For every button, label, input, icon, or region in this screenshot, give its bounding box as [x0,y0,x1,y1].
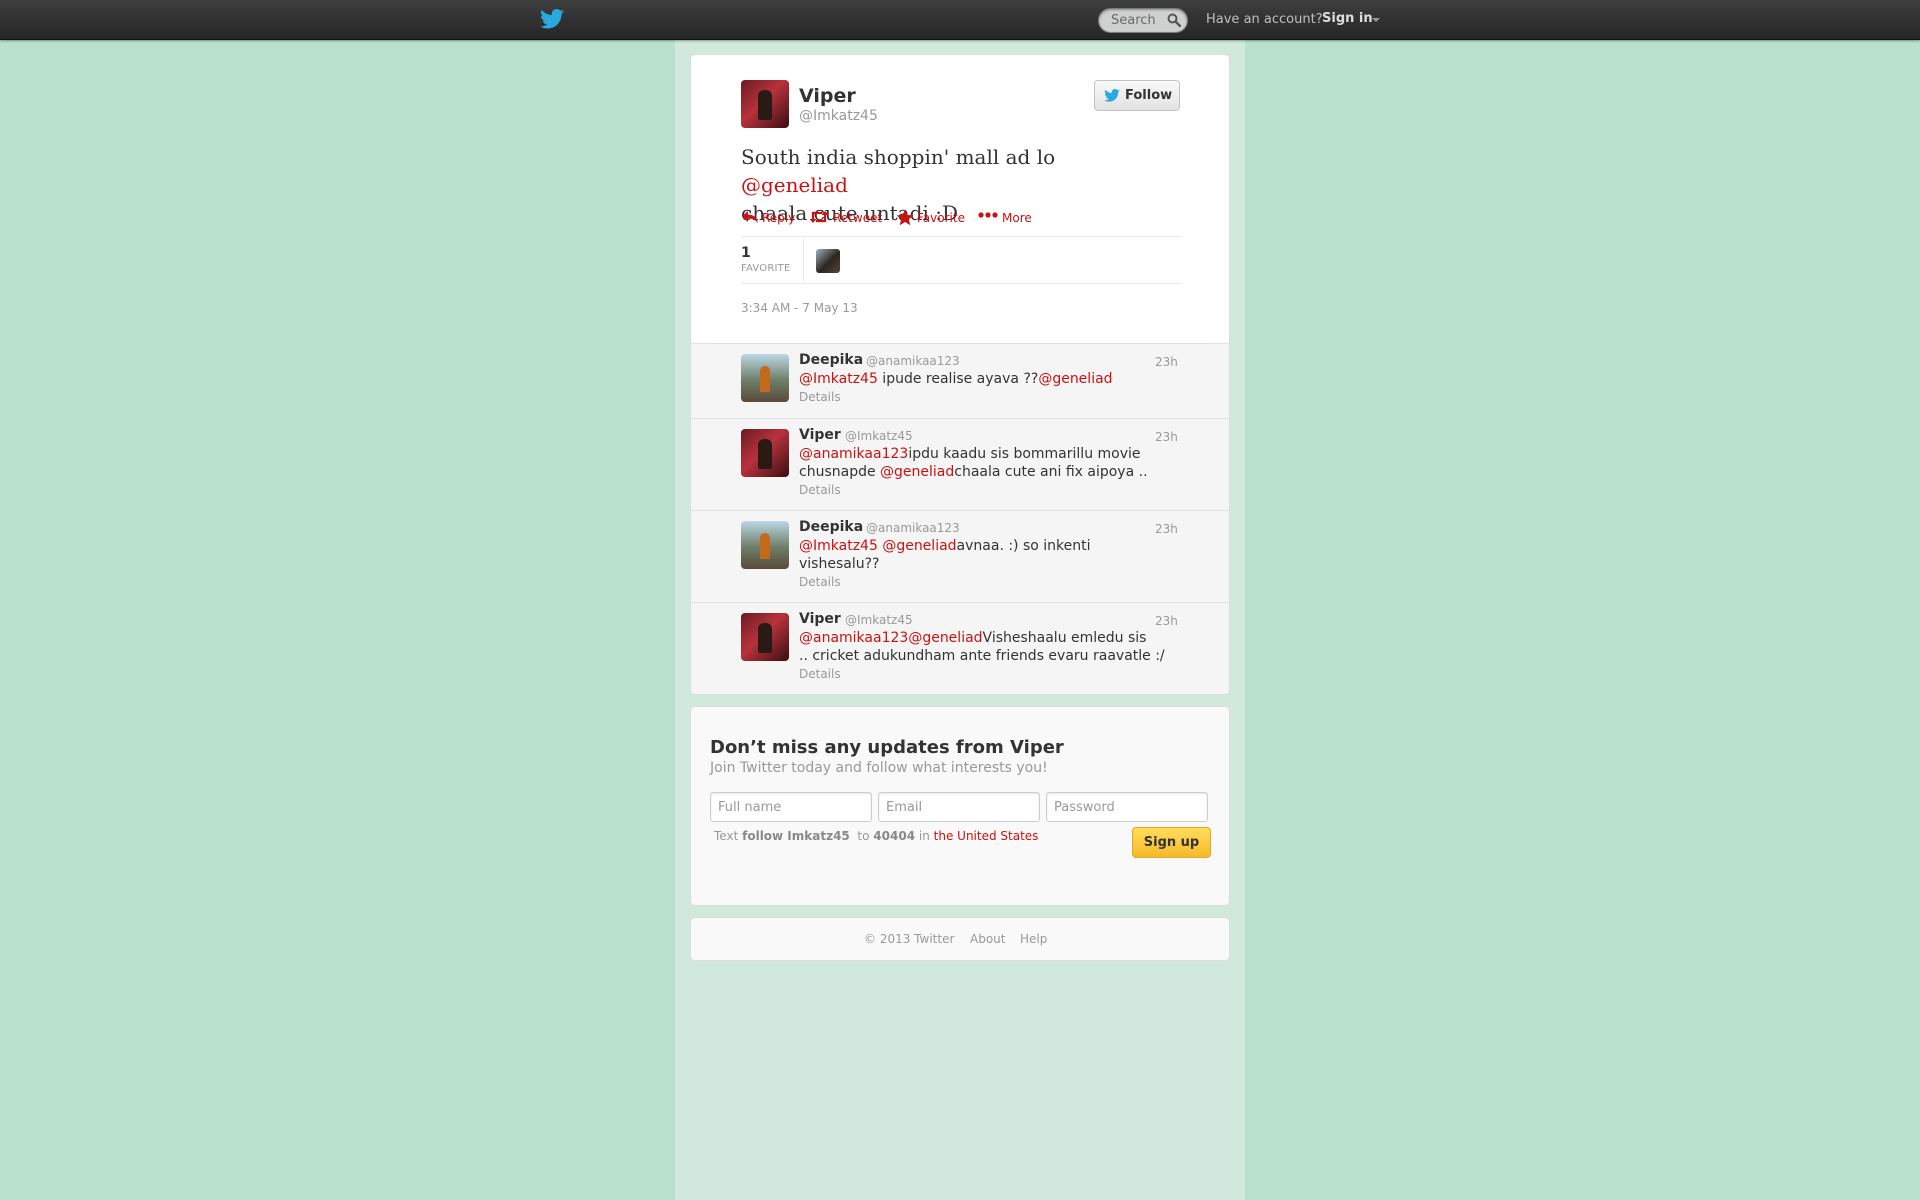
star-icon [896,209,914,226]
retweet-icon [809,211,829,223]
author-avatar[interactable] [741,80,789,128]
full-name-input[interactable] [710,792,872,822]
avatar-figure [758,623,772,653]
reply-label: Reply [762,211,796,225]
reply-avatar[interactable] [741,521,789,569]
sign-in-link[interactable]: Sign in [1322,11,1373,26]
details-link[interactable]: Details [799,575,841,589]
reply-text: @Imkatz45 @geneliadavnaa. :) so inkenti … [799,537,1169,573]
tweet-mention-link[interactable]: @geneliad [741,173,848,197]
reply-item: Deepika @anamikaa123 23h @Imkatz45 @gene… [691,510,1229,602]
sms-follow-text: Text follow Imkatz45 to 40404 in the Uni… [714,829,1038,843]
reply-avatar[interactable] [741,429,789,477]
chevron-down-icon[interactable] [1372,18,1380,22]
twitter-bird-icon [1104,89,1120,102]
mention-link[interactable]: @anamikaa123 [799,630,908,646]
twitter-bird-icon[interactable] [540,9,564,29]
sign-up-button[interactable]: Sign up [1132,827,1211,858]
mention-link[interactable]: @geneliad [908,630,982,646]
follow-button[interactable]: Follow [1094,80,1180,111]
reply-item: Viper @Imkatz45 23h @anamikaa123@genelia… [691,602,1229,694]
reply-text-span: ipude realise ayava ?? [877,371,1039,387]
reply-text-span: ipdu kaadu sis bommarillu movie [908,446,1141,462]
mention-link[interactable]: @geneliad [880,464,954,480]
reply-time[interactable]: 23h [1155,355,1178,369]
copyright-text: © 2013 Twitter [864,932,955,946]
reply-author-handle[interactable]: @Imkatz45 [845,613,913,627]
password-input[interactable] [1046,792,1208,822]
top-navigation-bar: Have an account? Sign in [0,0,1920,40]
signup-subtitle: Join Twitter today and follow what inter… [710,760,1048,776]
signup-card: Don’t miss any updates from Viper Join T… [690,706,1230,906]
reply-text-span: vishesalu?? [799,556,880,572]
favorite-label: Favorite [917,211,965,225]
have-account-text: Have an account? [1206,12,1323,27]
reply-text-span: chusnapde [799,464,881,480]
reply-icon [742,211,758,223]
reply-avatar[interactable] [741,613,789,661]
in-label: in [918,829,930,843]
about-link[interactable]: About [970,932,1005,946]
signup-title: Don’t miss any updates from Viper [710,737,1064,758]
reply-text-span: chaala cute ani fix aipoya .. [954,464,1148,480]
country-link[interactable]: the United States [934,829,1039,843]
tweet-stats: 1 FAVORITE [741,236,1181,284]
text-label: Text [714,829,739,843]
follow-button-label: Follow [1125,88,1173,103]
details-link[interactable]: Details [799,390,841,404]
follow-command: follow Imkatz45 [742,829,850,843]
details-link[interactable]: Details [799,667,841,681]
sms-shortcode: 40404 [873,829,916,843]
search-input[interactable] [1111,13,1167,28]
avatar-figure [758,90,772,120]
reply-author-handle[interactable]: @Imkatz45 [845,429,913,443]
author-name[interactable]: Viper [799,85,856,107]
help-link[interactable]: Help [1020,932,1047,946]
favorite-count[interactable]: 1 [741,245,751,261]
reply-author-name[interactable]: Viper [799,611,841,627]
reply-item: Viper @Imkatz45 23h @anamikaa123ipdu kaa… [691,418,1229,510]
reply-author-name[interactable]: Deepika [799,519,863,535]
author-handle[interactable]: @Imkatz45 [799,108,878,124]
favoriter-avatar[interactable] [816,249,840,273]
mention-link[interactable]: @anamikaa123 [799,446,908,462]
reply-text-span: .. cricket adukundham ante friends evaru… [799,648,1165,664]
tweet-text-start: South india shoppin' mall ad lo [741,145,1056,169]
avatar-figure [760,533,770,559]
reply-avatar[interactable] [741,354,789,402]
footer: © 2013 Twitter About Help [690,917,1230,961]
search-box[interactable] [1098,8,1188,33]
reply-author-handle[interactable]: @anamikaa123 [866,521,960,535]
details-link[interactable]: Details [799,483,841,497]
stats-divider [803,237,804,283]
reply-text-span: avnaa. :) so inkenti [956,538,1091,554]
permalink-tweet-card: Viper @Imkatz45 Follow South india shopp… [690,54,1230,695]
mention-link[interactable]: @geneliad [1038,371,1112,387]
reply-time[interactable]: 23h [1155,522,1178,536]
reply-time[interactable]: 23h [1155,430,1178,444]
mention-link[interactable]: @geneliad [882,538,956,554]
reply-author-handle[interactable]: @anamikaa123 [866,354,960,368]
reply-author-name[interactable]: Deepika [799,352,863,368]
search-icon[interactable] [1167,13,1181,27]
more-label: More [1002,211,1032,225]
reply-time[interactable]: 23h [1155,614,1178,628]
reply-author-name[interactable]: Viper [799,427,841,443]
more-dots-icon [978,212,998,218]
mention-link[interactable]: @Imkatz45 [799,538,878,554]
mention-link[interactable]: @Imkatz45 [799,371,878,387]
reply-text: @anamikaa123ipdu kaadu sis bommarillu mo… [799,445,1169,481]
favorite-count-label: FAVORITE [741,263,791,274]
reply-text: @anamikaa123@geneliadVisheshaalu emledu … [799,629,1169,665]
email-input[interactable] [878,792,1040,822]
to-label: to [857,829,870,843]
reply-text-span: Visheshaalu emledu sis [982,630,1147,646]
tweet-timestamp[interactable]: 3:34 AM - 7 May 13 [741,301,858,315]
retweet-label: Retweet [833,211,883,225]
avatar-figure [760,366,770,392]
reply-text: @Imkatz45 ipude realise ayava ??@genelia… [799,370,1169,388]
avatar-figure [758,439,772,469]
